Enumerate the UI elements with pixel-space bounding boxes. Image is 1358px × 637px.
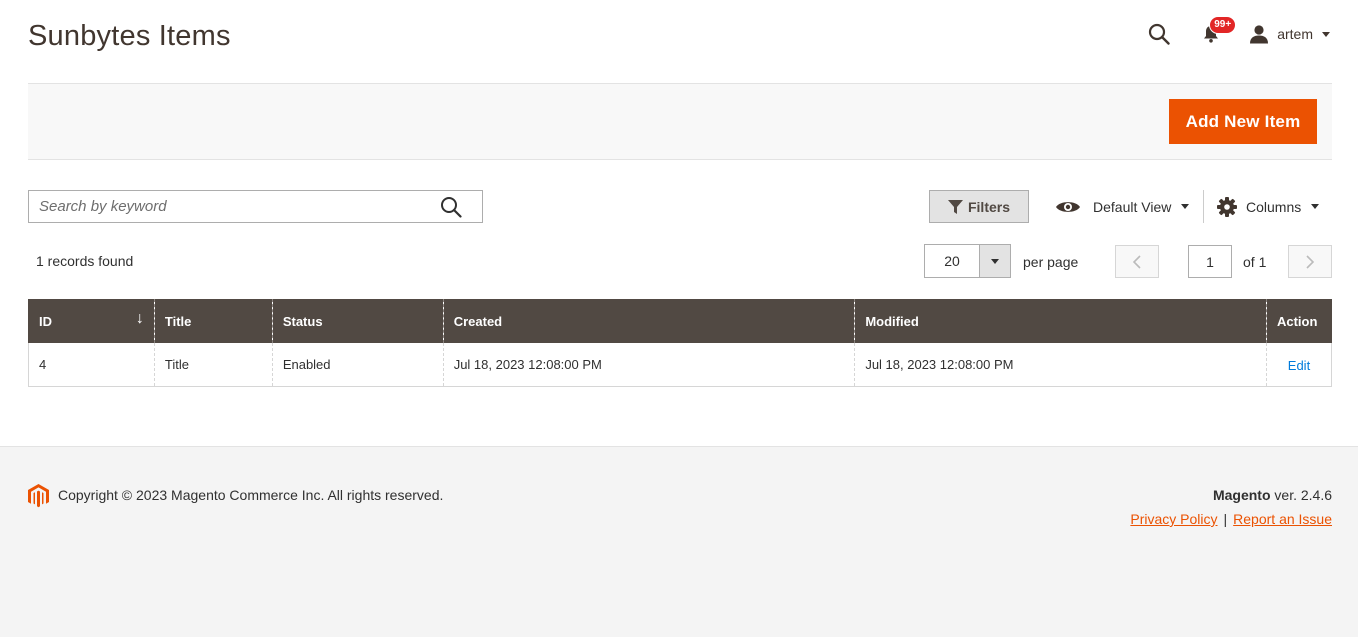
chevron-left-icon (1132, 254, 1141, 269)
columns-label: Columns (1246, 198, 1302, 215)
global-search-button[interactable] (1145, 20, 1173, 48)
chevron-right-icon (1306, 254, 1315, 269)
magento-logo-icon (28, 484, 49, 508)
notifications-button[interactable]: 99+ (1197, 16, 1237, 48)
per-page-toggle-button[interactable] (979, 245, 1010, 277)
column-header-created[interactable]: Created (442, 299, 855, 343)
user-icon (1250, 24, 1269, 43)
page-header: Sunbytes Items 99+ artem (28, 0, 1332, 84)
user-menu[interactable]: artem (1249, 18, 1332, 50)
column-header-status[interactable]: Status (271, 299, 444, 343)
cell-created: Jul 18, 2023 12:08:00 PM (442, 343, 855, 387)
search-submit-button[interactable] (440, 196, 462, 218)
cell-id: 4 (28, 343, 155, 387)
brand-name: Magento (1212, 487, 1271, 503)
chevron-down-icon (1181, 204, 1190, 209)
eye-icon (1056, 201, 1080, 212)
toolbar-divider (1203, 190, 1204, 223)
filters-label: Filters (967, 198, 1010, 215)
privacy-policy-link[interactable]: Privacy Policy (1130, 511, 1217, 527)
column-header-id[interactable]: ID ↓ (28, 299, 155, 343)
view-label: Default View (1093, 198, 1172, 215)
cell-title: Title (153, 343, 273, 387)
add-new-item-button[interactable]: Add New Item (1169, 99, 1317, 144)
current-page-input[interactable] (1188, 245, 1232, 278)
version-info: Magento ver. 2.4.6 (1213, 487, 1332, 503)
total-pages-label: of 1 (1243, 254, 1267, 270)
chevron-down-icon (1311, 204, 1320, 209)
keyword-search (28, 190, 483, 223)
funnel-icon (947, 199, 963, 214)
per-page-value: 20 (944, 253, 960, 269)
grid-header-row: ID ↓ Title Status Created Modified Actio… (28, 299, 1333, 343)
footer-links: Privacy Policy | Report an Issue (1130, 511, 1332, 527)
previous-page-button[interactable] (1115, 245, 1159, 278)
column-header-modified[interactable]: Modified (854, 299, 1267, 343)
items-grid: ID ↓ Title Status Created Modified Actio… (28, 299, 1333, 387)
search-input[interactable] (29, 191, 429, 222)
next-page-button[interactable] (1288, 245, 1332, 278)
columns-dropdown[interactable]: Columns (1217, 190, 1320, 223)
search-icon (1149, 23, 1170, 45)
records-count: 1 records found (36, 253, 134, 269)
copyright-text: Copyright © 2023 Magento Commerce Inc. A… (58, 487, 444, 503)
per-page-select[interactable]: 20 (924, 244, 1011, 278)
per-page-label: per page (1023, 254, 1079, 270)
sort-descending-icon: ↓ (135, 310, 144, 327)
search-icon (441, 197, 462, 218)
column-header-label: ID (39, 313, 52, 329)
edit-link[interactable]: Edit (1288, 358, 1310, 373)
cell-action: Edit (1265, 343, 1333, 387)
column-header-title[interactable]: Title (153, 299, 273, 343)
column-header-action: Action (1265, 299, 1333, 343)
table-row[interactable]: 4 Title Enabled Jul 18, 2023 12:08:00 PM… (28, 343, 1333, 387)
gear-icon (1217, 196, 1237, 217)
chevron-down-icon (1322, 31, 1330, 37)
cell-modified: Jul 18, 2023 12:08:00 PM (854, 343, 1267, 387)
filters-button[interactable]: Filters (929, 190, 1029, 223)
header-actions: 99+ artem (1145, 16, 1332, 50)
link-separator: | (1223, 511, 1228, 527)
version-number: ver. 2.4.6 (1270, 487, 1332, 503)
page-footer: Copyright © 2023 Magento Commerce Inc. A… (0, 446, 1358, 637)
notifications-badge: 99+ (1209, 16, 1237, 34)
user-name: artem (1277, 26, 1313, 42)
page-actions-bar: Add New Item (28, 84, 1332, 160)
page-title: Sunbytes Items (28, 20, 231, 52)
chevron-down-icon (991, 258, 999, 264)
cell-status: Enabled (271, 343, 444, 387)
default-view-dropdown[interactable]: Default View (1055, 190, 1190, 223)
report-issue-link[interactable]: Report an Issue (1233, 511, 1332, 527)
